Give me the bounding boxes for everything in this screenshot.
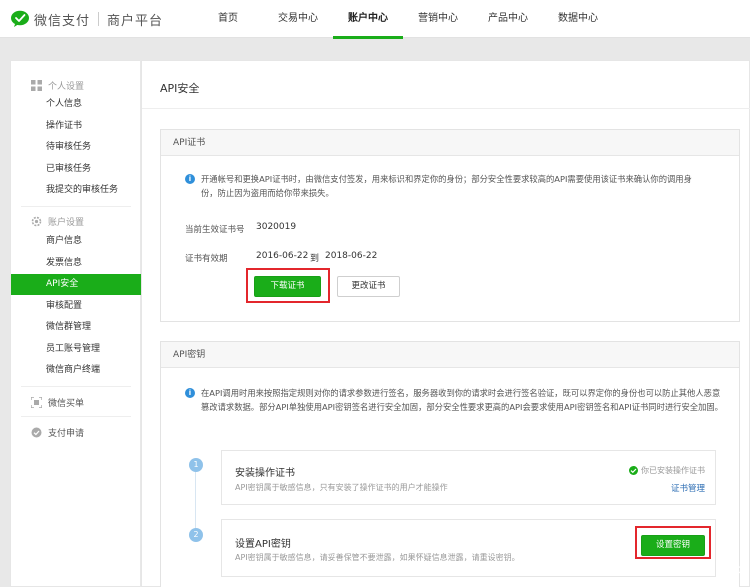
sidebar: 个人设置 个人信息 操作证书 待审核任务 已审核任务 我提交的审核任务 账户设置…: [10, 60, 141, 587]
sidebar-item-merchant-info[interactable]: 商户信息: [11, 231, 141, 252]
cert-manage-link[interactable]: 证书管理: [671, 482, 705, 494]
step-card-set-key: 设置API密钥 API密钥属于敏感信息，请妥善保管不要泄露，如果怀疑信息泄露，请…: [221, 519, 716, 577]
step-number: 2: [189, 528, 203, 542]
panel-title: API证书: [161, 130, 739, 156]
sidebar-item-wechat-group[interactable]: 微信群管理: [11, 317, 141, 338]
sidebar-item-invoice-info[interactable]: 发票信息: [11, 253, 141, 274]
sidebar-item-api-security[interactable]: API安全: [11, 274, 141, 295]
cert-validity-to: 2018-06-22: [325, 251, 378, 261]
step-title: 安装操作证书: [235, 468, 295, 479]
sidebar-item-operation-cert[interactable]: 操作证书: [11, 116, 141, 137]
gear-icon: [31, 216, 42, 227]
nav-home[interactable]: 首页: [193, 0, 263, 38]
cert-info-text: 开通帐号和更换API证书时，由微信支付签发，用来标识和界定你的身份；部分安全性要…: [201, 174, 692, 198]
sidebar-item-label: 支付申请: [48, 428, 85, 439]
cert-serial-value: 3020019: [256, 222, 297, 232]
sidebar-item-merchant-terminal[interactable]: 微信商户终端: [11, 360, 141, 381]
step-desc: API密钥属于敏感信息，请妥善保管不要泄露，如果怀疑信息泄露，请重设密钥。: [235, 553, 520, 562]
change-cert-button[interactable]: 更改证书: [337, 276, 400, 297]
step-title: 设置API密钥: [235, 539, 291, 550]
brand-name: 微信支付: [34, 13, 91, 29]
api-key-panel: API密钥 i 在API调用时用来按照指定规则对你的请求参数进行签名，服务器收到…: [160, 341, 740, 587]
wechat-pay-icon: [10, 10, 30, 28]
sidebar-item-label: 微信买单: [48, 398, 85, 409]
sidebar-divider: [21, 386, 131, 387]
sidebar-group-label: 个人设置: [48, 81, 85, 92]
check-icon: [629, 466, 638, 475]
panel-title: API密钥: [161, 342, 739, 368]
cert-serial-label: 当前生效证书号: [185, 225, 245, 235]
cert-validity-from: 2016-06-22: [256, 251, 309, 261]
nav-account[interactable]: 账户中心: [333, 0, 403, 39]
watermark: 天 平: [718, 565, 747, 579]
sidebar-item-review-config[interactable]: 审核配置: [11, 296, 141, 317]
top-bar: 微信支付 商户平台 首页 交易中心 账户中心 营销中心 产品中心 数据中心: [0, 0, 750, 39]
brand-subtitle: 商户平台: [107, 13, 164, 29]
step-number: 1: [189, 458, 203, 472]
nav-data[interactable]: 数据中心: [543, 0, 613, 38]
info-icon: i: [185, 174, 195, 184]
nav-marketing[interactable]: 营销中心: [403, 0, 473, 38]
step-desc: API密钥属于敏感信息，只有安装了操作证书的用户才能操作: [235, 483, 448, 492]
main-nav: 首页 交易中心 账户中心 营销中心 产品中心 数据中心: [193, 0, 613, 39]
sidebar-divider: [21, 416, 131, 417]
sidebar-item-my-submitted-tasks[interactable]: 我提交的审核任务: [11, 180, 141, 201]
cert-validity-label: 证书有效期: [185, 254, 228, 264]
key-info-text: 在API调用时用来按照指定规则对你的请求参数进行签名，服务器收到你的请求时会进行…: [201, 388, 723, 412]
check-circle-icon: [31, 427, 42, 438]
title-divider: [142, 108, 750, 109]
sidebar-item-reviewed-tasks[interactable]: 已审核任务: [11, 159, 141, 180]
highlight-box: [635, 526, 711, 559]
sidebar-item-staff-accounts[interactable]: 员工账号管理: [11, 339, 141, 360]
info-icon: i: [185, 388, 195, 398]
scan-icon: [30, 395, 43, 409]
sidebar-item-personal-info[interactable]: 个人信息: [11, 94, 141, 115]
sidebar-item-pending-tasks[interactable]: 待审核任务: [11, 137, 141, 158]
sidebar-group-personal: 个人设置: [11, 76, 141, 94]
sidebar-group-label: 账户设置: [48, 217, 85, 228]
key-info: i 在API调用时用来按照指定规则对你的请求参数进行签名，服务器收到你的请求时会…: [185, 386, 725, 414]
nav-transactions[interactable]: 交易中心: [263, 0, 333, 38]
brand-logo[interactable]: 微信支付 商户平台: [10, 9, 163, 29]
sidebar-item-wechat-pay-bill[interactable]: 微信买单: [11, 393, 141, 411]
brand-divider: [98, 12, 100, 26]
nav-products[interactable]: 产品中心: [473, 0, 543, 38]
status-text: 你已安装操作证书: [641, 466, 705, 475]
page-title: API安全: [160, 82, 200, 95]
cert-info: i 开通帐号和更换API证书时，由微信支付签发，用来标识和界定你的身份；部分安全…: [185, 172, 705, 200]
sidebar-divider: [21, 206, 131, 207]
cert-validity-to-word: 到: [310, 254, 320, 264]
main-content: API安全 API证书 i 开通帐号和更换API证书时，由微信支付签发，用来标识…: [141, 60, 750, 587]
sidebar-group-account: 账户设置: [11, 212, 141, 230]
api-cert-panel: API证书 i 开通帐号和更换API证书时，由微信支付签发，用来标识和界定你的身…: [160, 129, 740, 322]
step-card-install-cert: 安装操作证书 API密钥属于敏感信息，只有安装了操作证书的用户才能操作 你已安装…: [221, 450, 716, 505]
cert-installed-status: 你已安装操作证书: [629, 465, 705, 476]
grid-icon: [31, 79, 42, 91]
sidebar-item-payment-apply[interactable]: 支付申请: [11, 423, 141, 441]
step-connector: [195, 472, 196, 532]
highlight-box: [246, 268, 330, 303]
